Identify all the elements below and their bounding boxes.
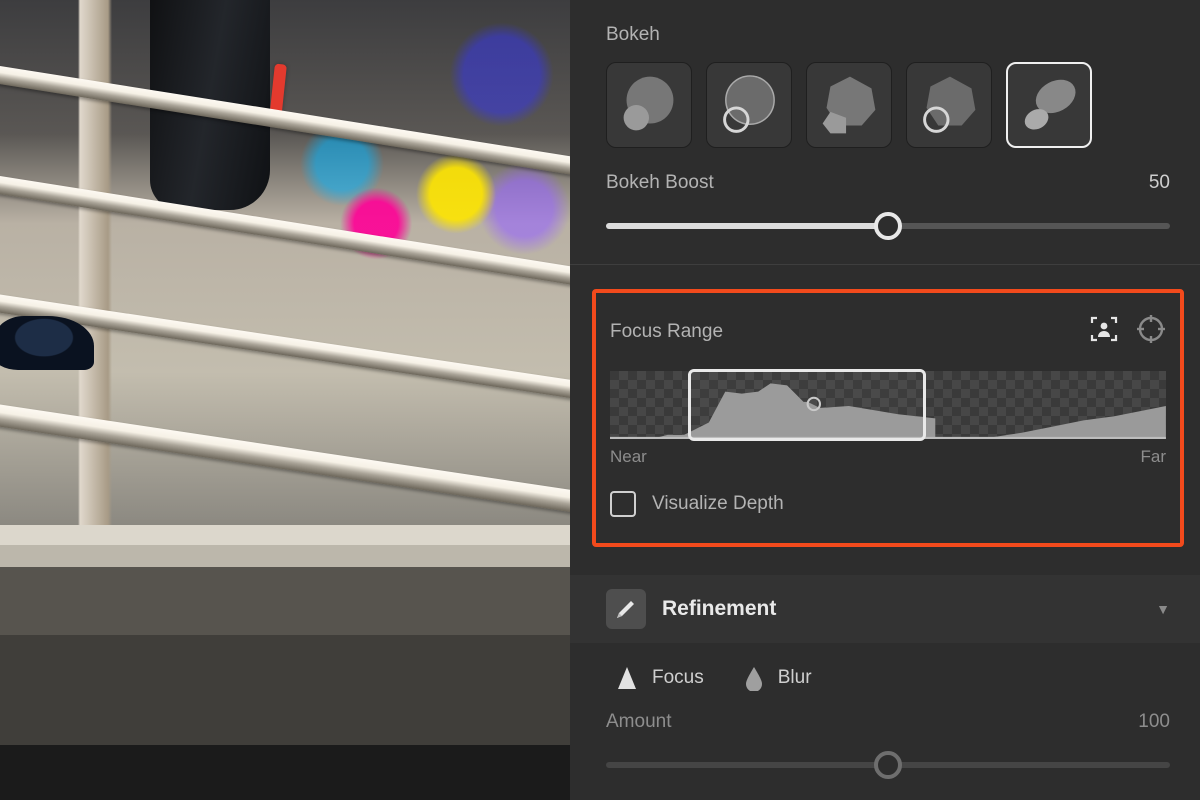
refinement-header[interactable]: Refinement ▼: [570, 575, 1200, 643]
bokeh-boost-slider[interactable]: [606, 206, 1170, 246]
photo-content: [0, 485, 570, 745]
visualize-depth-label: Visualize Depth: [652, 493, 784, 515]
refinement-section: Refinement ▼ Focus Blur Amount 100: [606, 575, 1170, 785]
bokeh-shape-blade-soft[interactable]: [806, 62, 892, 148]
chevron-down-icon[interactable]: ▼: [1156, 601, 1170, 617]
bokeh-shape-ring-circle[interactable]: [706, 62, 792, 148]
bokeh-shape-cat-eye[interactable]: [1006, 62, 1092, 148]
focus-brush-tool[interactable]: Focus: [616, 665, 704, 691]
amount-label: Amount: [606, 711, 671, 733]
far-label: Far: [1141, 447, 1167, 467]
amount-value: 100: [1138, 711, 1170, 733]
amount-slider[interactable]: [606, 745, 1170, 785]
near-label: Near: [610, 447, 647, 467]
bokeh-shape-picker: [606, 62, 1170, 148]
focus-range-section: Focus Range: [592, 289, 1184, 547]
focus-range-label: Focus Range: [610, 321, 723, 343]
focus-tool-label: Focus: [652, 667, 704, 689]
visualize-depth-checkbox[interactable]: [610, 491, 636, 517]
refinement-label: Refinement: [662, 597, 1140, 621]
image-preview[interactable]: [0, 0, 570, 800]
bokeh-shape-soft-circle[interactable]: [606, 62, 692, 148]
divider: [570, 264, 1200, 265]
focus-range-handle[interactable]: [688, 369, 926, 441]
blur-brush-tool[interactable]: Blur: [744, 665, 812, 691]
depth-histogram[interactable]: [610, 371, 1166, 439]
bokeh-boost-label: Bokeh Boost: [606, 172, 714, 194]
point-focus-icon[interactable]: [1136, 314, 1166, 350]
lens-blur-panel: Bokeh Bokeh Boost 50 Focus Range: [570, 0, 1200, 800]
blur-tool-label: Blur: [778, 667, 812, 689]
brush-icon: [606, 589, 646, 629]
photo-content: [0, 316, 94, 370]
bokeh-shape-blade-ring[interactable]: [906, 62, 992, 148]
bokeh-boost-value: 50: [1149, 172, 1170, 194]
bokeh-label: Bokeh: [606, 24, 1170, 46]
subject-focus-icon[interactable]: [1088, 313, 1120, 351]
refinement-tool-picker: Focus Blur: [616, 665, 1170, 691]
